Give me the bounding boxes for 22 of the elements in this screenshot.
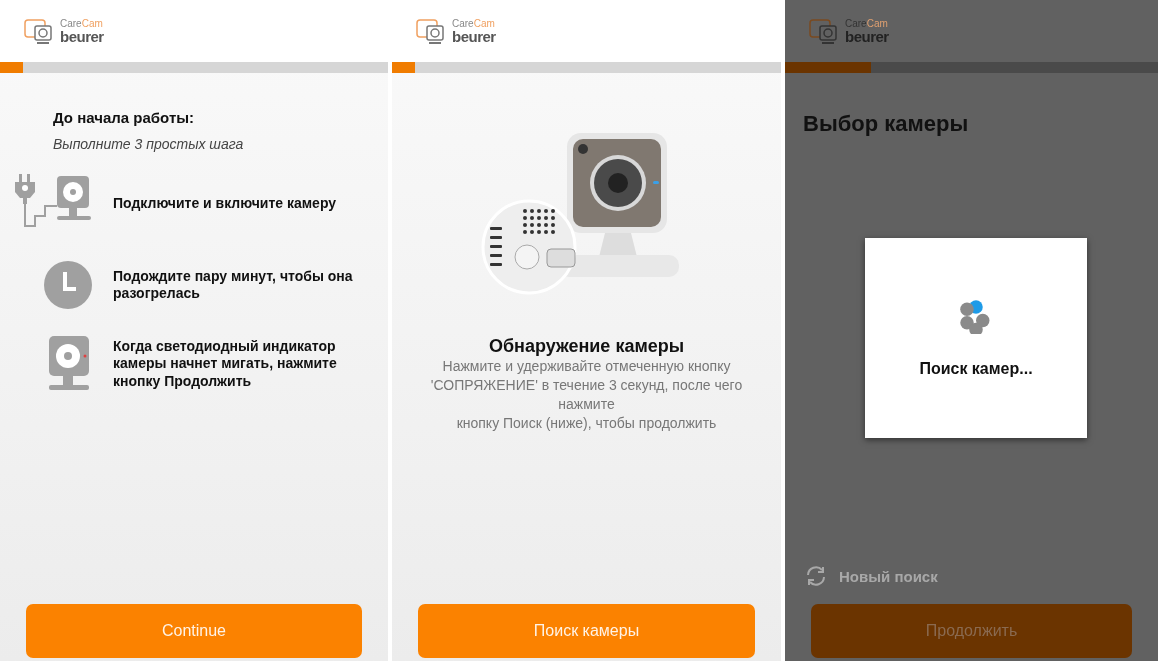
primary-button[interactable]: Поиск камеры [418, 604, 755, 658]
brand-name: beurer [452, 28, 496, 44]
instruction-text: кнопку Поиск (ниже), чтобы продолжить [455, 413, 718, 433]
app-name: CareCam [452, 18, 496, 29]
subtitle: Выполните 3 простых шага [53, 136, 245, 152]
dialog-message: Поиск камер... [919, 360, 1033, 378]
section-title: До начала работы: [53, 109, 196, 126]
step-text: Подключите и включите камеру [113, 195, 338, 213]
app-name: CareCam [845, 18, 889, 29]
primary-button[interactable]: Продолжить [811, 604, 1132, 658]
primary-button[interactable]: Continue [26, 604, 362, 658]
brand-name: beurer [845, 28, 889, 44]
section-title: Обнаружение камеры [488, 336, 685, 357]
clock-icon [43, 260, 93, 310]
app-name: CareCam [60, 18, 104, 29]
brand-name: beurer [60, 28, 104, 44]
step-text: Подождите пару минут, чтобы она разогрелась [113, 267, 354, 303]
loading-spinner-icon [960, 298, 992, 334]
step-text: Когда светодиодный индикатор камеры начнет мигать, нажмите кнопку Продолжить [113, 337, 338, 391]
page-title: Выбор камеры [803, 111, 970, 137]
refresh-icon[interactable] [805, 566, 827, 586]
new-search-link[interactable]: Новый поиск [839, 567, 938, 585]
